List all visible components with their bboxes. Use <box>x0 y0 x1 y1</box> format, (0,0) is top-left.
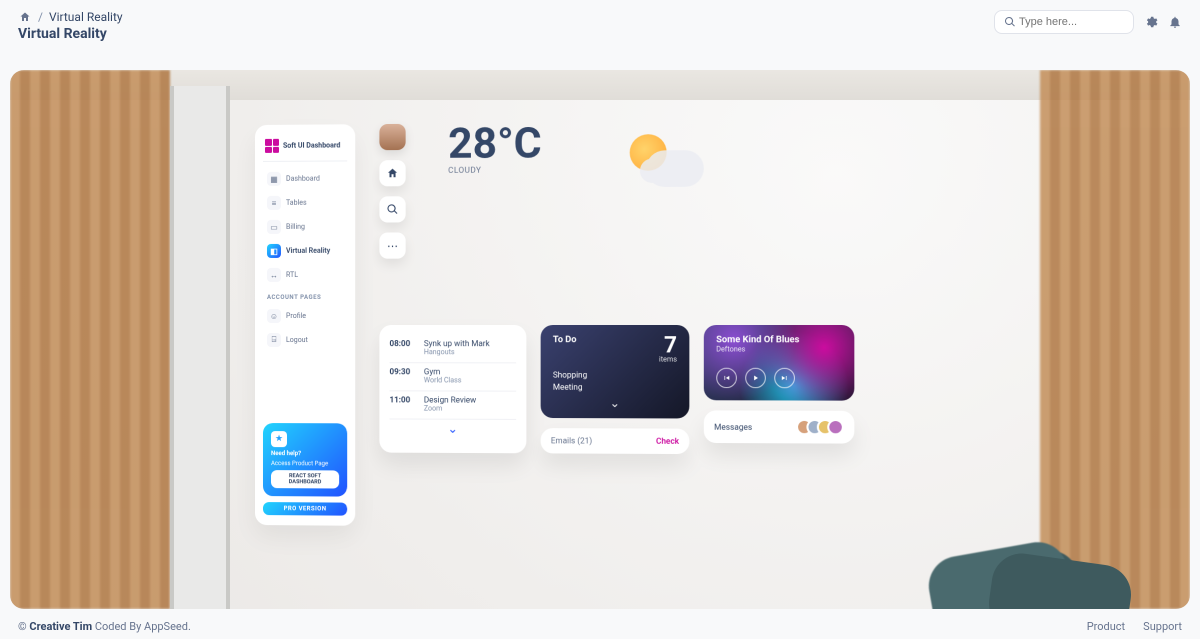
tables-icon: ≡ <box>267 196 281 210</box>
avatar[interactable] <box>379 124 405 150</box>
more-chip-button[interactable]: ⋯ <box>379 232 405 258</box>
schedule-sub: World Class <box>424 376 462 384</box>
pro-version-button[interactable]: PRO VERSION <box>263 502 347 516</box>
dashboard-icon: ▦ <box>267 172 281 186</box>
footer-brand[interactable]: Creative Tim <box>29 620 92 633</box>
star-icon: ★ <box>271 431 287 447</box>
sidebar-brand-text: Soft UI Dashboard <box>283 141 340 149</box>
schedule-time: 09:30 <box>389 367 415 384</box>
messages-card[interactable]: Messages <box>704 410 855 443</box>
avatar <box>827 419 844 435</box>
messages-label: Messages <box>714 422 752 431</box>
schedule-row[interactable]: 11:00 Design Review Zoom <box>389 391 516 420</box>
curtain-right <box>1040 70 1190 609</box>
sidebar: Soft UI Dashboard ▦ Dashboard ≡ Tables ▭… <box>255 124 355 526</box>
todo-item: Meeting <box>553 382 677 394</box>
curtain-left <box>10 70 170 609</box>
home-icon[interactable] <box>18 10 32 24</box>
sidebar-item-label: Logout <box>286 336 308 344</box>
todo-item: Shopping <box>553 369 677 381</box>
footer-copyright-prefix: © <box>18 620 29 633</box>
sidebar-item-logout[interactable]: ⍈ Logout <box>263 329 347 351</box>
schedule-title: Design Review <box>424 395 476 404</box>
search-chip-button[interactable] <box>379 196 405 222</box>
gear-icon[interactable] <box>1144 15 1158 29</box>
emails-label: Emails (21) <box>551 436 592 445</box>
emails-card: Emails (21) Check <box>541 428 690 454</box>
footer-coded-by: Coded By AppSeed. <box>92 620 191 633</box>
rtl-icon: ↔ <box>267 268 281 282</box>
weather-icon <box>619 130 722 202</box>
schedule-card: 08:00 Synk up with Mark Hangouts 09:30 G… <box>379 325 526 453</box>
sidebar-brand[interactable]: Soft UI Dashboard <box>263 134 347 162</box>
footer-link-support[interactable]: Support <box>1143 620 1182 633</box>
sidebar-item-label: Billing <box>286 223 305 231</box>
sidebar-item-label: Profile <box>286 312 306 320</box>
sidebar-item-billing[interactable]: ▭ Billing <box>263 216 347 238</box>
sidebar-item-label: RTL <box>286 271 298 279</box>
schedule-sub: Hangouts <box>424 348 490 356</box>
sidebar-item-label: Tables <box>286 199 307 207</box>
billing-icon: ▭ <box>267 220 281 234</box>
sidebar-item-rtl[interactable]: ↔ RTL <box>263 264 347 286</box>
schedule-title: Synk up with Mark <box>424 339 490 348</box>
sidebar-section-label: ACCOUNT PAGES <box>263 288 347 305</box>
schedule-row[interactable]: 08:00 Synk up with Mark Hangouts <box>389 335 516 363</box>
emails-check-link[interactable]: Check <box>656 437 679 446</box>
music-artist: Deftones <box>716 345 842 353</box>
sidebar-item-label: Virtual Reality <box>286 247 330 255</box>
help-docs-button[interactable]: REACT SOFT DASHBOARD <box>271 470 339 488</box>
todo-count: 7 <box>659 335 677 357</box>
sidebar-item-tables[interactable]: ≡ Tables <box>263 192 347 214</box>
play-button[interactable] <box>745 368 766 388</box>
door-frame <box>170 86 230 609</box>
weather-widget: 28°C CLOUDY <box>448 123 542 175</box>
help-subtitle: Access Product Page <box>271 460 339 467</box>
home-chip-button[interactable] <box>379 160 405 186</box>
todo-items-label: items <box>659 355 677 363</box>
todo-label: To Do <box>553 335 577 345</box>
search-icon <box>1003 15 1017 29</box>
chevron-down-icon[interactable]: ⌄ <box>553 394 677 413</box>
weather-condition: CLOUDY <box>448 165 542 175</box>
sidebar-item-dashboard[interactable]: ▦ Dashboard <box>263 167 347 190</box>
vr-room: Soft UI Dashboard ▦ Dashboard ≡ Tables ▭… <box>10 70 1190 609</box>
avatar-group <box>802 419 844 435</box>
help-title: Need help? <box>271 450 339 457</box>
schedule-time: 08:00 <box>389 339 415 356</box>
breadcrumb-separator: / <box>38 10 43 24</box>
prev-track-button[interactable] <box>716 368 737 388</box>
footer-link-product[interactable]: Product <box>1087 620 1125 633</box>
footer: © Creative Tim Coded By AppSeed. Product… <box>0 613 1200 639</box>
sidebar-item-virtual-reality[interactable]: ◧ Virtual Reality <box>263 240 347 262</box>
breadcrumb: / Virtual Reality Virtual Reality <box>18 10 123 42</box>
logo-icon <box>265 139 279 153</box>
music-title: Some Kind Of Blues <box>716 335 842 345</box>
next-track-button[interactable] <box>774 368 795 388</box>
schedule-row[interactable]: 09:30 Gym World Class <box>389 363 516 391</box>
schedule-time: 11:00 <box>389 395 415 412</box>
sidebar-item-label: Dashboard <box>286 175 320 183</box>
chevron-down-icon[interactable]: ⌄ <box>389 419 516 436</box>
breadcrumb-current: Virtual Reality <box>49 10 123 24</box>
search-input[interactable] <box>1017 15 1117 29</box>
todo-card: To Do 7 items Shopping Meeting ⌄ <box>541 325 690 418</box>
page-title: Virtual Reality <box>18 26 123 42</box>
logout-icon: ⍈ <box>267 333 281 347</box>
music-card: Some Kind Of Blues Deftones <box>704 325 855 401</box>
schedule-title: Gym <box>424 367 462 376</box>
search-input-wrapper[interactable] <box>994 10 1134 34</box>
profile-icon: ☺ <box>267 309 281 323</box>
bell-icon[interactable] <box>1168 15 1182 29</box>
sidebar-item-profile[interactable]: ☺ Profile <box>263 305 347 327</box>
schedule-sub: Zoom <box>424 404 476 412</box>
temperature: 28°C <box>448 123 542 166</box>
sidebar-help-card: ★ Need help? Access Product Page REACT S… <box>263 423 347 497</box>
vr-icon: ◧ <box>267 244 281 258</box>
